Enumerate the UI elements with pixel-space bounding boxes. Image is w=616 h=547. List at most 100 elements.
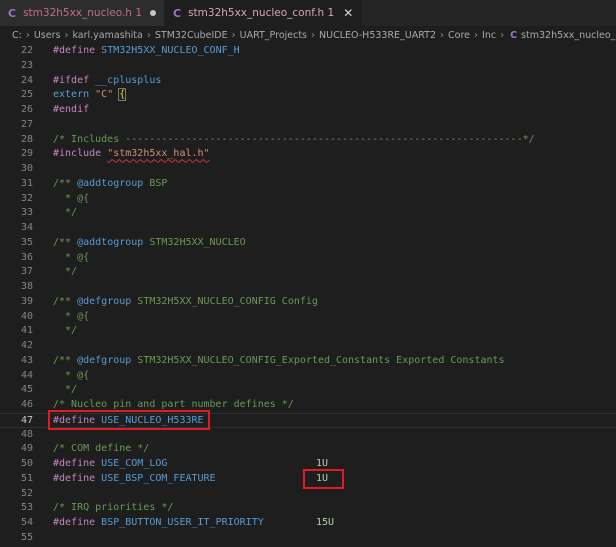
code-line[interactable]: 45 */: [0, 383, 616, 398]
code-line[interactable]: 41 */: [0, 324, 616, 339]
close-icon[interactable]: ✕: [343, 6, 353, 20]
line-number: 38: [20, 281, 33, 292]
breadcrumb-item[interactable]: C:: [12, 30, 22, 41]
doc-tag: @addtogroup: [77, 177, 144, 189]
preprocessor-keyword: #endif: [53, 104, 90, 115]
code-line[interactable]: 35 /** @addtogroup STM32H5XX_NUCLEO: [0, 236, 616, 251]
code-line[interactable]: 37 */: [0, 265, 616, 280]
breadcrumb-item[interactable]: Users: [34, 30, 61, 41]
doc-tag: @addtogroup: [77, 236, 144, 248]
code-line[interactable]: 30: [0, 162, 616, 177]
code-line[interactable]: 24 #ifdef __cplusplus: [0, 74, 616, 89]
code-line[interactable]: 44 * @{: [0, 369, 616, 384]
line-number: 24: [20, 74, 33, 86]
preprocessor-keyword: #define: [53, 472, 96, 484]
line-number: 30: [20, 163, 33, 174]
code-line[interactable]: 42: [0, 339, 616, 354]
chevron-right-icon: ›: [231, 29, 236, 41]
preprocessor-keyword: #define: [53, 458, 96, 469]
comment: /**: [53, 354, 78, 366]
include-path-error[interactable]: "stm32h5xx_hal.h": [107, 148, 209, 159]
chevron-right-icon: ›: [25, 29, 30, 41]
code-line[interactable]: 26 #endif: [0, 103, 616, 118]
code-line[interactable]: 43 /** @defgroup STM32H5XX_NUCLEO_CONFIG_…: [0, 354, 616, 369]
macro-name: USE_BSP_COM_FEATURE: [95, 472, 216, 484]
code-line[interactable]: 39 /** @defgroup STM32H5XX_NUCLEO_CONFIG …: [0, 295, 616, 310]
comment: */: [53, 266, 78, 278]
comment: /**: [53, 295, 78, 307]
code-editor[interactable]: 22 #define STM32H5XX_NUCLEO_CONF_H 23 24 #…: [0, 44, 616, 547]
chevron-right-icon: ›: [474, 29, 479, 41]
highlight-box-value: [303, 469, 344, 489]
breadcrumb-item[interactable]: Core: [448, 30, 470, 41]
line-number: 25: [20, 89, 33, 101]
code-line[interactable]: 25 extern "C" {: [0, 88, 616, 103]
code-line[interactable]: 49 /* COM define */: [0, 442, 616, 457]
code-line[interactable]: 53 /* IRQ priorities */: [0, 501, 616, 516]
code-line[interactable]: 40 * @{: [0, 310, 616, 325]
comment: BSP: [143, 177, 168, 189]
code-line[interactable]: 27: [0, 118, 616, 133]
chevron-right-icon: ›: [500, 29, 505, 41]
chevron-right-icon: ›: [311, 29, 316, 41]
doc-tag: @defgroup: [77, 354, 132, 366]
comment: * @{: [53, 369, 90, 381]
code-line[interactable]: 31 /** @addtogroup BSP: [0, 177, 616, 192]
code-line[interactable]: 38: [0, 280, 616, 295]
macro-value: 15U: [316, 517, 335, 528]
breadcrumb-file[interactable]: stm32h5xx_nucleo_conf.h: [521, 30, 616, 41]
line-number: 50: [20, 458, 33, 469]
tab-bar: C stm32h5xx_nucleo.h 1 C stm32h5xx_nucle…: [0, 0, 616, 26]
unsaved-dot-icon[interactable]: [150, 10, 156, 16]
code-line[interactable]: 54 #define BSP_BUTTON_USER_IT_PRIORITY 15U: [0, 516, 616, 531]
code-line[interactable]: 23: [0, 59, 616, 74]
comment: /* IRQ priorities */: [53, 502, 174, 514]
code-line[interactable]: 34: [0, 221, 616, 236]
code-line[interactable]: 28 /* Includes --------------------------…: [0, 133, 616, 148]
line-number: 23: [20, 59, 33, 71]
brace: {: [118, 88, 127, 102]
preprocessor-keyword: #include: [53, 148, 102, 160]
code-line[interactable]: 32 * @{: [0, 192, 616, 207]
line-number: 41: [20, 325, 33, 337]
breadcrumb-item[interactable]: NUCLEO-H533RE_UART2: [319, 30, 436, 41]
string-literal: "C": [95, 89, 114, 101]
comment: /* Nucleo pin and part number defines */: [53, 399, 294, 410]
tab-problem-count: 1: [135, 7, 142, 19]
keyword: extern: [53, 89, 90, 101]
line-number: 32: [20, 192, 33, 204]
code-line[interactable]: 29 #include "stm32h5xx_hal.h": [0, 147, 616, 162]
line-number: 34: [20, 222, 33, 233]
breadcrumb-item[interactable]: Inc: [482, 30, 496, 41]
preprocessor-keyword: #define: [53, 517, 96, 528]
line-number: 52: [20, 487, 33, 499]
chevron-right-icon: ›: [64, 29, 69, 41]
tab-stm32h5xx-nucleo-h[interactable]: C stm32h5xx_nucleo.h 1: [0, 0, 165, 26]
code-line[interactable]: 55: [0, 531, 616, 546]
highlight-box-define: [48, 410, 210, 430]
line-number: 27: [20, 118, 33, 130]
line-number: 43: [20, 354, 33, 366]
comment: STM32H5XX_NUCLEO: [143, 236, 246, 248]
breadcrumb-item[interactable]: karl.yamashita: [72, 30, 142, 41]
comment: /* COM define */: [53, 443, 150, 455]
code-line[interactable]: 36 * @{: [0, 251, 616, 266]
c-file-icon: C: [510, 29, 518, 41]
line-number: 31: [20, 177, 33, 189]
comment: * @{: [53, 251, 90, 263]
line-number: 39: [20, 295, 33, 307]
line-number: 44: [20, 369, 33, 381]
code-line[interactable]: 33 */: [0, 206, 616, 221]
comment: */: [53, 384, 78, 396]
breadcrumb-item[interactable]: UART_Projects: [240, 30, 307, 41]
breadcrumb-item[interactable]: STM32CubeIDE: [155, 30, 228, 41]
line-number: 29: [20, 148, 33, 160]
macro-name: __cplusplus: [89, 74, 162, 86]
line-number: 22: [20, 45, 33, 56]
comment: /**: [53, 177, 78, 189]
tab-stm32h5xx-nucleo-conf-h[interactable]: C stm32h5xx_nucleo_conf.h 1 ✕: [165, 0, 363, 26]
doc-tag: @defgroup: [77, 295, 132, 307]
comment: */: [53, 325, 78, 337]
line-number: 36: [20, 251, 33, 263]
code-line[interactable]: 22 #define STM32H5XX_NUCLEO_CONF_H: [0, 44, 616, 59]
